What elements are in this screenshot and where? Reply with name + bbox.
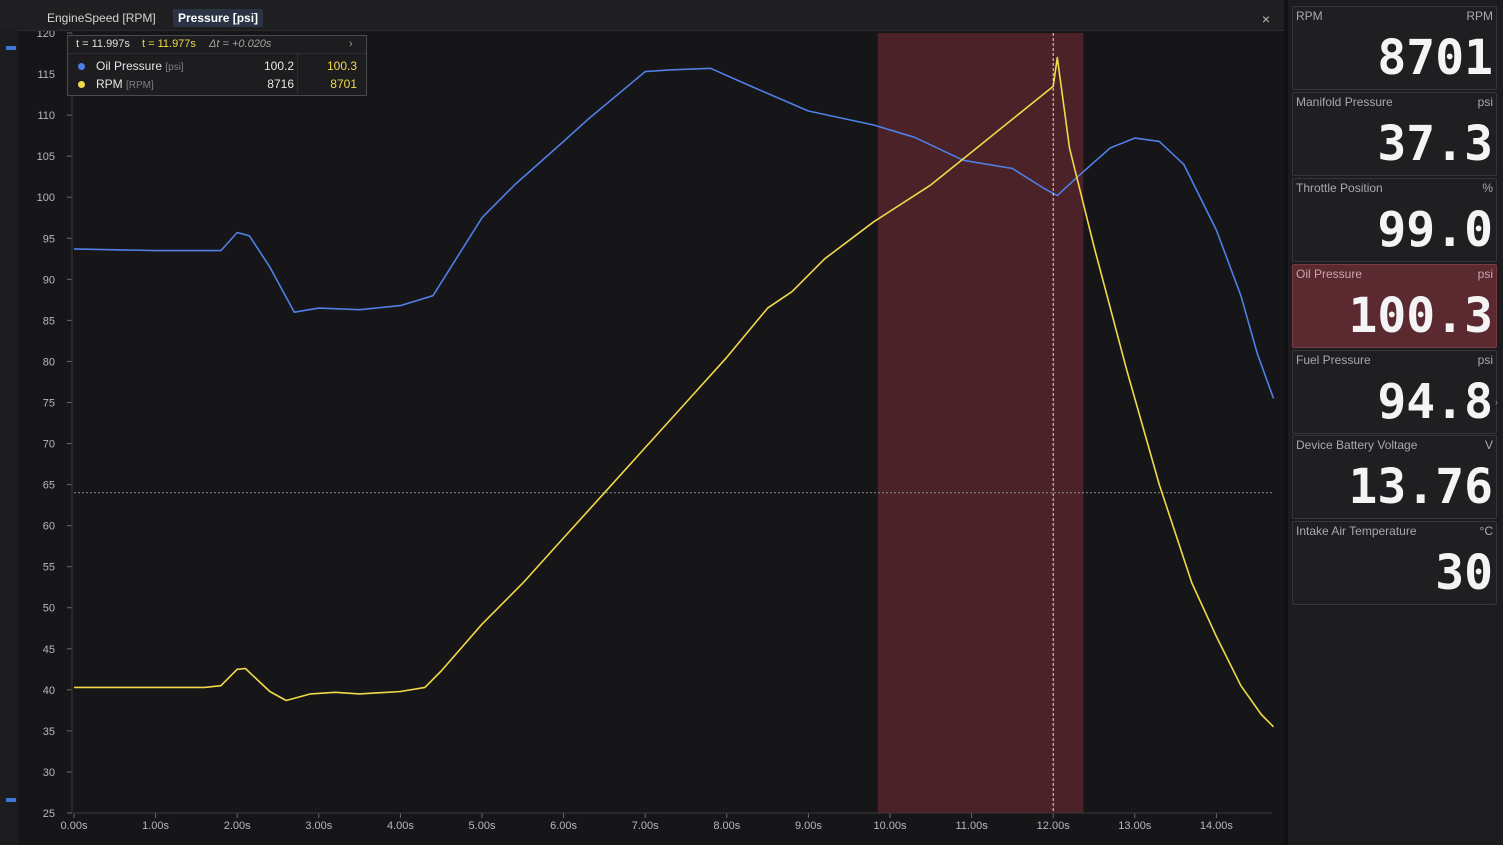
y-tick-label: 25 <box>43 808 55 820</box>
x-tick-label: 8.00s <box>713 820 740 832</box>
close-icon[interactable]: × <box>1258 9 1274 27</box>
chevron-right-icon[interactable]: › <box>349 36 353 53</box>
x-tick-label: 5.00s <box>469 820 496 832</box>
gauge-value: 30 <box>1435 545 1493 601</box>
x-tick-label: 1.00s <box>142 820 169 832</box>
tooltip-row-oil: Oil Pressure [psi] 100.2 100.3 <box>68 58 366 75</box>
y-tick-label: 55 <box>43 562 55 574</box>
value-cursor1: 8716 <box>267 77 294 91</box>
gauge-intake-air-temperature[interactable]: Intake Air Temperature °C 30 <box>1292 521 1497 605</box>
series-color-dot <box>78 81 85 88</box>
gauge-unit: RPM <box>1466 9 1493 23</box>
range-handle-bottom[interactable] <box>6 798 16 802</box>
gauge-throttle-position[interactable]: Throttle Position % 99.0 <box>1292 178 1497 262</box>
x-tick-label: 7.00s <box>632 820 659 832</box>
x-tick-label: 2.00s <box>224 820 251 832</box>
series-name: RPM [RPM] <box>96 76 154 94</box>
tooltip-header: t = 11.997s t = 11.977s Δt = +0.020s › <box>68 36 366 54</box>
series-name: Oil Pressure [psi] <box>96 58 184 76</box>
gauge-unit: % <box>1482 181 1493 195</box>
gauge-fuel-pressure[interactable]: Fuel Pressure psi 94.8 › <box>1292 350 1498 434</box>
gauge-label: Oil Pressure <box>1296 267 1363 281</box>
x-tick-label: 9.00s <box>795 820 822 832</box>
x-tick-label: 0.00s <box>61 820 88 832</box>
y-tick-label: 60 <box>43 521 55 533</box>
x-tick-label: 12.00s <box>1037 820 1071 832</box>
series-color-dot <box>78 63 85 70</box>
y-tick-label: 80 <box>43 356 55 368</box>
gauge-label: Fuel Pressure <box>1296 353 1371 367</box>
x-tick-label: 6.00s <box>550 820 577 832</box>
highlight-region <box>877 33 1084 813</box>
series-label: Oil Pressure <box>96 59 163 73</box>
y-tick-label: 50 <box>43 603 55 615</box>
tab-engine-speed[interactable]: EngineSpeed [RPM] <box>42 9 161 27</box>
gauge-rpm[interactable]: RPM RPM 8701 <box>1292 6 1497 90</box>
tooltip-separator <box>297 54 298 94</box>
y-tick-label: 70 <box>43 439 55 451</box>
x-tick-label: 4.00s <box>387 820 414 832</box>
y-tick-label: 45 <box>43 644 55 656</box>
y-tick-label: 110 <box>37 110 55 122</box>
x-tick-label: 13.00s <box>1118 820 1152 832</box>
gauge-unit: °C <box>1479 524 1493 538</box>
plot-panel: 25 30 35 40 45 50 55 60 65 70 75 80 85 90 95 100 105 110 1… <box>0 0 1284 845</box>
y-tick-label: 95 <box>43 233 55 245</box>
value-cursor2: 8701 <box>330 77 357 91</box>
y-tick-label: 85 <box>43 315 55 327</box>
chart[interactable]: 25 30 35 40 45 50 55 60 65 70 75 80 85 90 95 100 105 110 1… <box>0 0 1284 845</box>
gauge-battery-voltage[interactable]: Device Battery Voltage V 13.76 <box>1292 435 1497 519</box>
series-line-rpm <box>74 56 1275 728</box>
x-tick-label: 10.00s <box>873 820 907 832</box>
y-tick-label: 90 <box>43 274 55 286</box>
y-tick-label: 115 <box>37 69 55 81</box>
gauge-value: 37.3 <box>1377 116 1493 172</box>
gauge-value: 8701 <box>1377 30 1493 86</box>
y-tick-label: 65 <box>43 480 55 492</box>
cursor2-time: t = 11.977s <box>142 38 196 50</box>
y-tick-label: 40 <box>43 685 55 697</box>
gauge-value: 100.3 <box>1348 288 1494 344</box>
y-tick-label: 35 <box>43 726 55 738</box>
y-tick-label: 100 <box>37 192 55 204</box>
cursor-tooltip: t = 11.997s t = 11.977s Δt = +0.020s › O… <box>67 35 367 96</box>
gauge-label: Throttle Position <box>1296 181 1383 195</box>
tooltip-row-rpm: RPM [RPM] 8716 8701 <box>68 76 366 93</box>
series-unit: [RPM] <box>126 80 154 91</box>
x-tick-label: 14.00s <box>1200 820 1234 832</box>
series-unit: [psi] <box>165 62 184 73</box>
series-line-oil-pressure <box>73 67 1275 399</box>
series-label: RPM <box>96 77 123 91</box>
gauge-value: 94.8 <box>1377 374 1493 430</box>
x-tick-label: 3.00s <box>305 820 332 832</box>
tab-bar: EngineSpeed [RPM] Pressure [psi] × <box>0 0 1284 31</box>
chevron-right-icon[interactable]: › <box>1495 397 1498 407</box>
gauge-label: Device Battery Voltage <box>1296 438 1418 452</box>
tab-pressure[interactable]: Pressure [psi] <box>173 9 264 27</box>
y-tick-label: 105 <box>37 151 55 163</box>
cursor1-time: t = 11.997s <box>76 38 130 50</box>
gauge-unit: V <box>1484 438 1493 452</box>
value-cursor2: 100.3 <box>326 59 357 73</box>
cursor-delta: Δt = +0.020s <box>209 38 272 50</box>
y-tick-label: 75 <box>43 397 55 409</box>
range-handle-top[interactable] <box>6 46 16 50</box>
gauge-value: 13.76 <box>1348 459 1494 515</box>
left-rail <box>0 30 18 845</box>
gauge-unit: psi <box>1477 267 1493 281</box>
gauge-label: Manifold Pressure <box>1296 95 1393 109</box>
gauge-unit: psi <box>1477 95 1493 109</box>
gauge-label: Intake Air Temperature <box>1296 524 1417 538</box>
value-cursor1: 100.2 <box>263 59 294 73</box>
gauge-panel: RPM RPM 8701 Manifold Pressure psi 37.3 … <box>1288 0 1503 845</box>
gauge-label: RPM <box>1296 9 1323 23</box>
y-tick-label: 30 <box>43 767 55 779</box>
gauge-oil-pressure[interactable]: Oil Pressure psi 100.3 <box>1292 264 1497 348</box>
gauge-unit: psi <box>1477 353 1493 367</box>
gauge-manifold-pressure[interactable]: Manifold Pressure psi 37.3 <box>1292 92 1497 176</box>
x-tick-label: 11.00s <box>955 820 988 832</box>
gauge-value: 99.0 <box>1377 202 1493 258</box>
